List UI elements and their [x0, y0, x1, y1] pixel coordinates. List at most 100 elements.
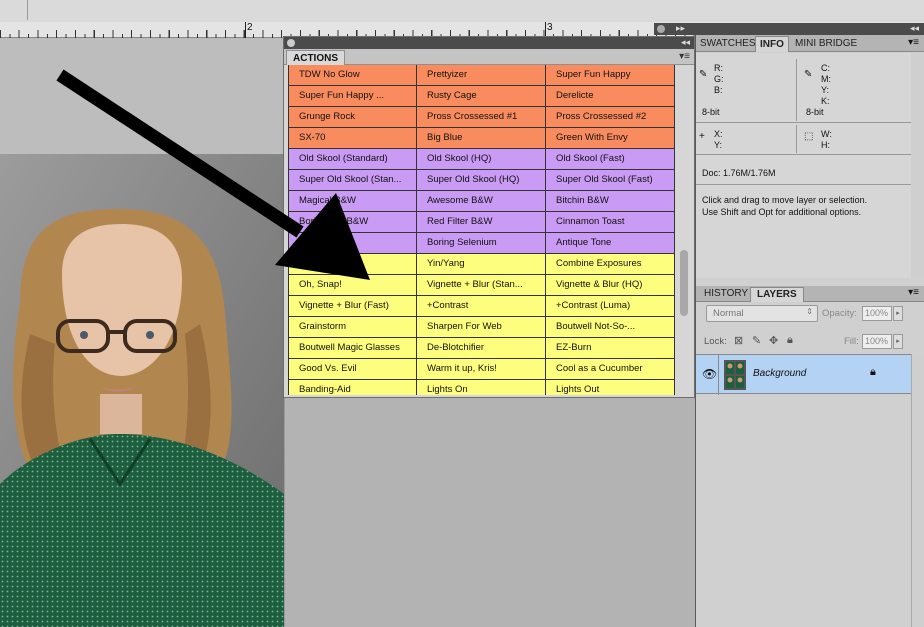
action-button[interactable]: Super Old Skool (HQ) — [417, 170, 546, 191]
fill-stepper-icon[interactable]: ▸ — [893, 334, 903, 349]
action-button[interactable]: EZ-Burn — [546, 338, 675, 359]
action-button[interactable]: Old Skool (Standard) — [288, 149, 417, 170]
action-button[interactable]: Bitchin B&W — [546, 191, 675, 212]
layer-name[interactable]: Background — [753, 368, 806, 379]
tab-swatches[interactable]: SWATCHES — [696, 36, 760, 52]
action-button[interactable]: Banding-Aid — [288, 380, 417, 395]
action-button[interactable]: Derelicte — [546, 86, 675, 107]
action-button[interactable]: Pross Crossessed #2 — [546, 107, 675, 128]
action-button[interactable]: Magical B&W — [288, 191, 417, 212]
lock-transparent-icon[interactable]: ⊠ — [734, 334, 743, 347]
action-button[interactable]: Old Skool (Fast) — [546, 149, 675, 170]
action-button[interactable] — [288, 254, 417, 275]
scrollbar-thumb[interactable] — [680, 250, 688, 316]
actions-panel: ◂◂ ACTIONS ▾≡ TDW No Glow Prettyizer Super… — [283, 36, 695, 398]
action-button[interactable]: Vignette & Blur (HQ) — [546, 275, 675, 296]
action-row: Yin/Yang Combine Exposures — [288, 254, 675, 275]
info-b-label: B: — [714, 85, 723, 95]
action-button[interactable]: Lights Out — [546, 380, 675, 395]
tab-layers[interactable]: LAYERS — [750, 287, 804, 302]
action-button[interactable]: TDW No Glow — [288, 65, 417, 86]
action-button[interactable]: SX-70 — [288, 128, 417, 149]
action-button[interactable]: Green With Envy — [546, 128, 675, 149]
action-button[interactable]: +Contrast (Luma) — [546, 296, 675, 317]
right-panel-dock: ▸▸ ◂◂ SWATCHES INFO MINI BRIDGE ▾≡ ✎ R: … — [654, 23, 924, 627]
action-button[interactable]: Boutwell Not-So-... — [546, 317, 675, 338]
info-scrollbar[interactable] — [911, 53, 924, 278]
lock-all-icon[interactable]: 🔒︎ — [787, 334, 793, 347]
document-photo[interactable] — [0, 154, 284, 627]
action-button[interactable]: Pross Crossessed #1 — [417, 107, 546, 128]
action-button[interactable]: Big Blue — [417, 128, 546, 149]
action-button[interactable]: Super Fun Happy ... — [288, 86, 417, 107]
dock-titlebar[interactable]: ▸▸ ◂◂ — [654, 23, 924, 35]
panel-menu-icon[interactable]: ▾≡ — [679, 51, 690, 62]
actions-panel-titlebar[interactable]: ◂◂ — [284, 37, 694, 49]
layer-row[interactable]: 👁︎ Background 🔒︎ — [696, 354, 912, 395]
info-tab-row: SWATCHES INFO MINI BRIDGE ▾≡ — [696, 35, 924, 52]
action-button[interactable]: Lights On — [417, 380, 546, 395]
action-button[interactable]: Yin/Yang — [417, 254, 546, 275]
info-hint-line-1: Click and drag to move layer or selectio… — [702, 195, 868, 205]
opacity-stepper-icon[interactable]: ▸ — [893, 306, 903, 321]
action-row: Grainstorm Sharpen For Web Boutwell Not-So… — [288, 317, 675, 338]
info-panel-body: ✎ R: G: B: 8-bit ✎ C: M: Y: K: 8-bit + X… — [696, 53, 912, 278]
info-y-coord-label: Y: — [714, 140, 723, 150]
eye-visibility-icon[interactable]: 👁︎ — [702, 367, 717, 381]
close-panel-icon[interactable] — [287, 39, 295, 47]
layers-tab-row: HISTORY LAYERS ▾≡ — [696, 286, 924, 302]
action-button[interactable]: Red Filter B&W — [417, 212, 546, 233]
action-button[interactable]: Warm it up, Kris! — [417, 359, 546, 380]
info-divider — [696, 154, 912, 155]
tab-history[interactable]: HISTORY — [698, 287, 754, 302]
info-w-label: W: — [821, 129, 832, 139]
ruler-corner-divider — [27, 0, 28, 20]
fill-field[interactable]: 100% — [862, 334, 892, 349]
action-row: Old Skool (Standard) Old Skool (HQ) Old Sk… — [288, 149, 675, 170]
lock-image-icon[interactable]: ✎ — [752, 334, 761, 347]
tab-mini-bridge[interactable]: MINI BRIDGE — [791, 36, 861, 52]
action-row: Grunge Rock Pross Crossessed #1 Pross Cros… — [288, 107, 675, 128]
collapse-dock-icon[interactable]: ◂◂ — [910, 23, 919, 34]
action-button[interactable]: Antique Tone — [546, 233, 675, 254]
action-button[interactable]: Awesome B&W — [417, 191, 546, 212]
action-button[interactable]: +Contrast — [417, 296, 546, 317]
action-button[interactable]: Cinnamon Toast — [546, 212, 675, 233]
action-button[interactable]: De-Blotchifier — [417, 338, 546, 359]
action-button[interactable]: Vignette + Blur (Stan... — [417, 275, 546, 296]
tab-actions[interactable]: ACTIONS — [286, 50, 345, 65]
action-button[interactable]: Combine Exposures — [546, 254, 675, 275]
action-button[interactable]: Boutwell Magic Glasses — [288, 338, 417, 359]
panel-menu-icon[interactable]: ▾≡ — [908, 37, 919, 48]
lock-position-icon[interactable]: ✥ — [769, 334, 778, 347]
action-button[interactable]: Vignette + Blur (Fast) — [288, 296, 417, 317]
crosshair-icon: + — [699, 131, 705, 142]
action-button[interactable]: Old Skool (HQ) — [417, 149, 546, 170]
action-button[interactable]: Grunge Rock — [288, 107, 417, 128]
tab-info[interactable]: INFO — [755, 36, 789, 52]
expand-dock-icon[interactable]: ▸▸ — [676, 23, 685, 34]
action-button[interactable]: Super Old Skool (Fast) — [546, 170, 675, 191]
layers-scrollbar[interactable] — [911, 354, 924, 627]
panel-menu-icon[interactable]: ▾≡ — [908, 287, 919, 298]
action-button[interactable]: Sharpen For Web — [417, 317, 546, 338]
action-button[interactable]: Rusty Cage — [417, 86, 546, 107]
close-dock-icon[interactable] — [657, 25, 665, 33]
action-button[interactable]: Boring Sepia — [288, 233, 417, 254]
action-button[interactable]: Boring Old B&W — [288, 212, 417, 233]
actions-scrollbar[interactable] — [677, 65, 691, 395]
action-button[interactable]: Grainstorm — [288, 317, 417, 338]
blend-mode-select[interactable]: Normal ⇕ — [706, 305, 818, 322]
action-button[interactable]: Super Fun Happy — [546, 65, 675, 86]
action-row: Magical B&W Awesome B&W Bitchin B&W — [288, 191, 675, 212]
action-button[interactable]: Cool as a Cucumber — [546, 359, 675, 380]
action-button[interactable]: Boring Selenium — [417, 233, 546, 254]
opacity-label: Opacity: — [822, 308, 857, 319]
info-divider — [796, 59, 797, 121]
action-button[interactable]: Prettyizer — [417, 65, 546, 86]
action-button[interactable]: Oh, Snap! — [288, 275, 417, 296]
opacity-field[interactable]: 100% — [862, 306, 892, 321]
action-button[interactable]: Super Old Skool (Stan... — [288, 170, 417, 191]
collapse-panel-icon[interactable]: ◂◂ — [681, 37, 690, 48]
action-button[interactable]: Good Vs. Evil — [288, 359, 417, 380]
